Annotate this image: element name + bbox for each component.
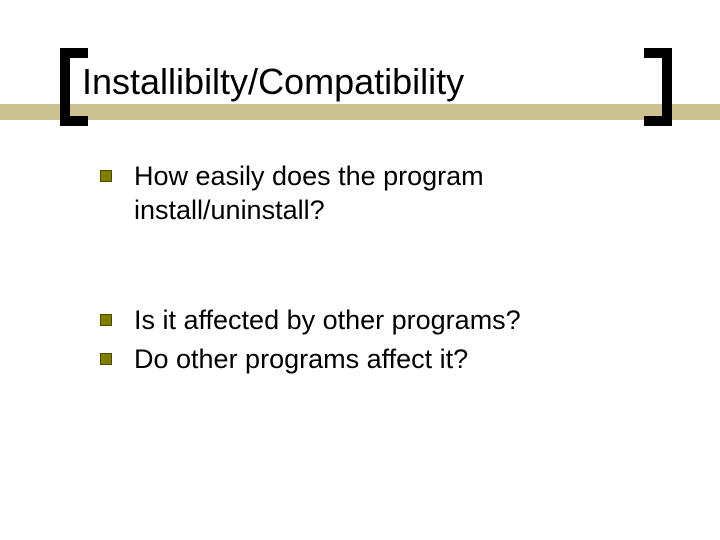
slide: Installibilty/Compatibility How easily d… [0, 0, 720, 540]
slide-title: Installibilty/Compatibility [82, 62, 464, 102]
bullet-item: How easily does the program install/unin… [100, 160, 640, 228]
bullet-text: How easily does the program install/unin… [134, 160, 640, 228]
bullet-item: Do other programs affect it? [100, 343, 640, 377]
accent-bar [0, 104, 720, 120]
bullet-item: Is it affected by other programs? [100, 304, 640, 338]
bullet-spacer [100, 234, 640, 304]
square-bullet-icon [100, 314, 112, 326]
square-bullet-icon [100, 353, 112, 365]
bullet-text: Is it affected by other programs? [134, 304, 640, 338]
bullet-text: Do other programs affect it? [134, 343, 640, 377]
title-bracket-right [644, 48, 672, 126]
slide-body: How easily does the program install/unin… [100, 160, 640, 383]
square-bullet-icon [100, 170, 112, 182]
